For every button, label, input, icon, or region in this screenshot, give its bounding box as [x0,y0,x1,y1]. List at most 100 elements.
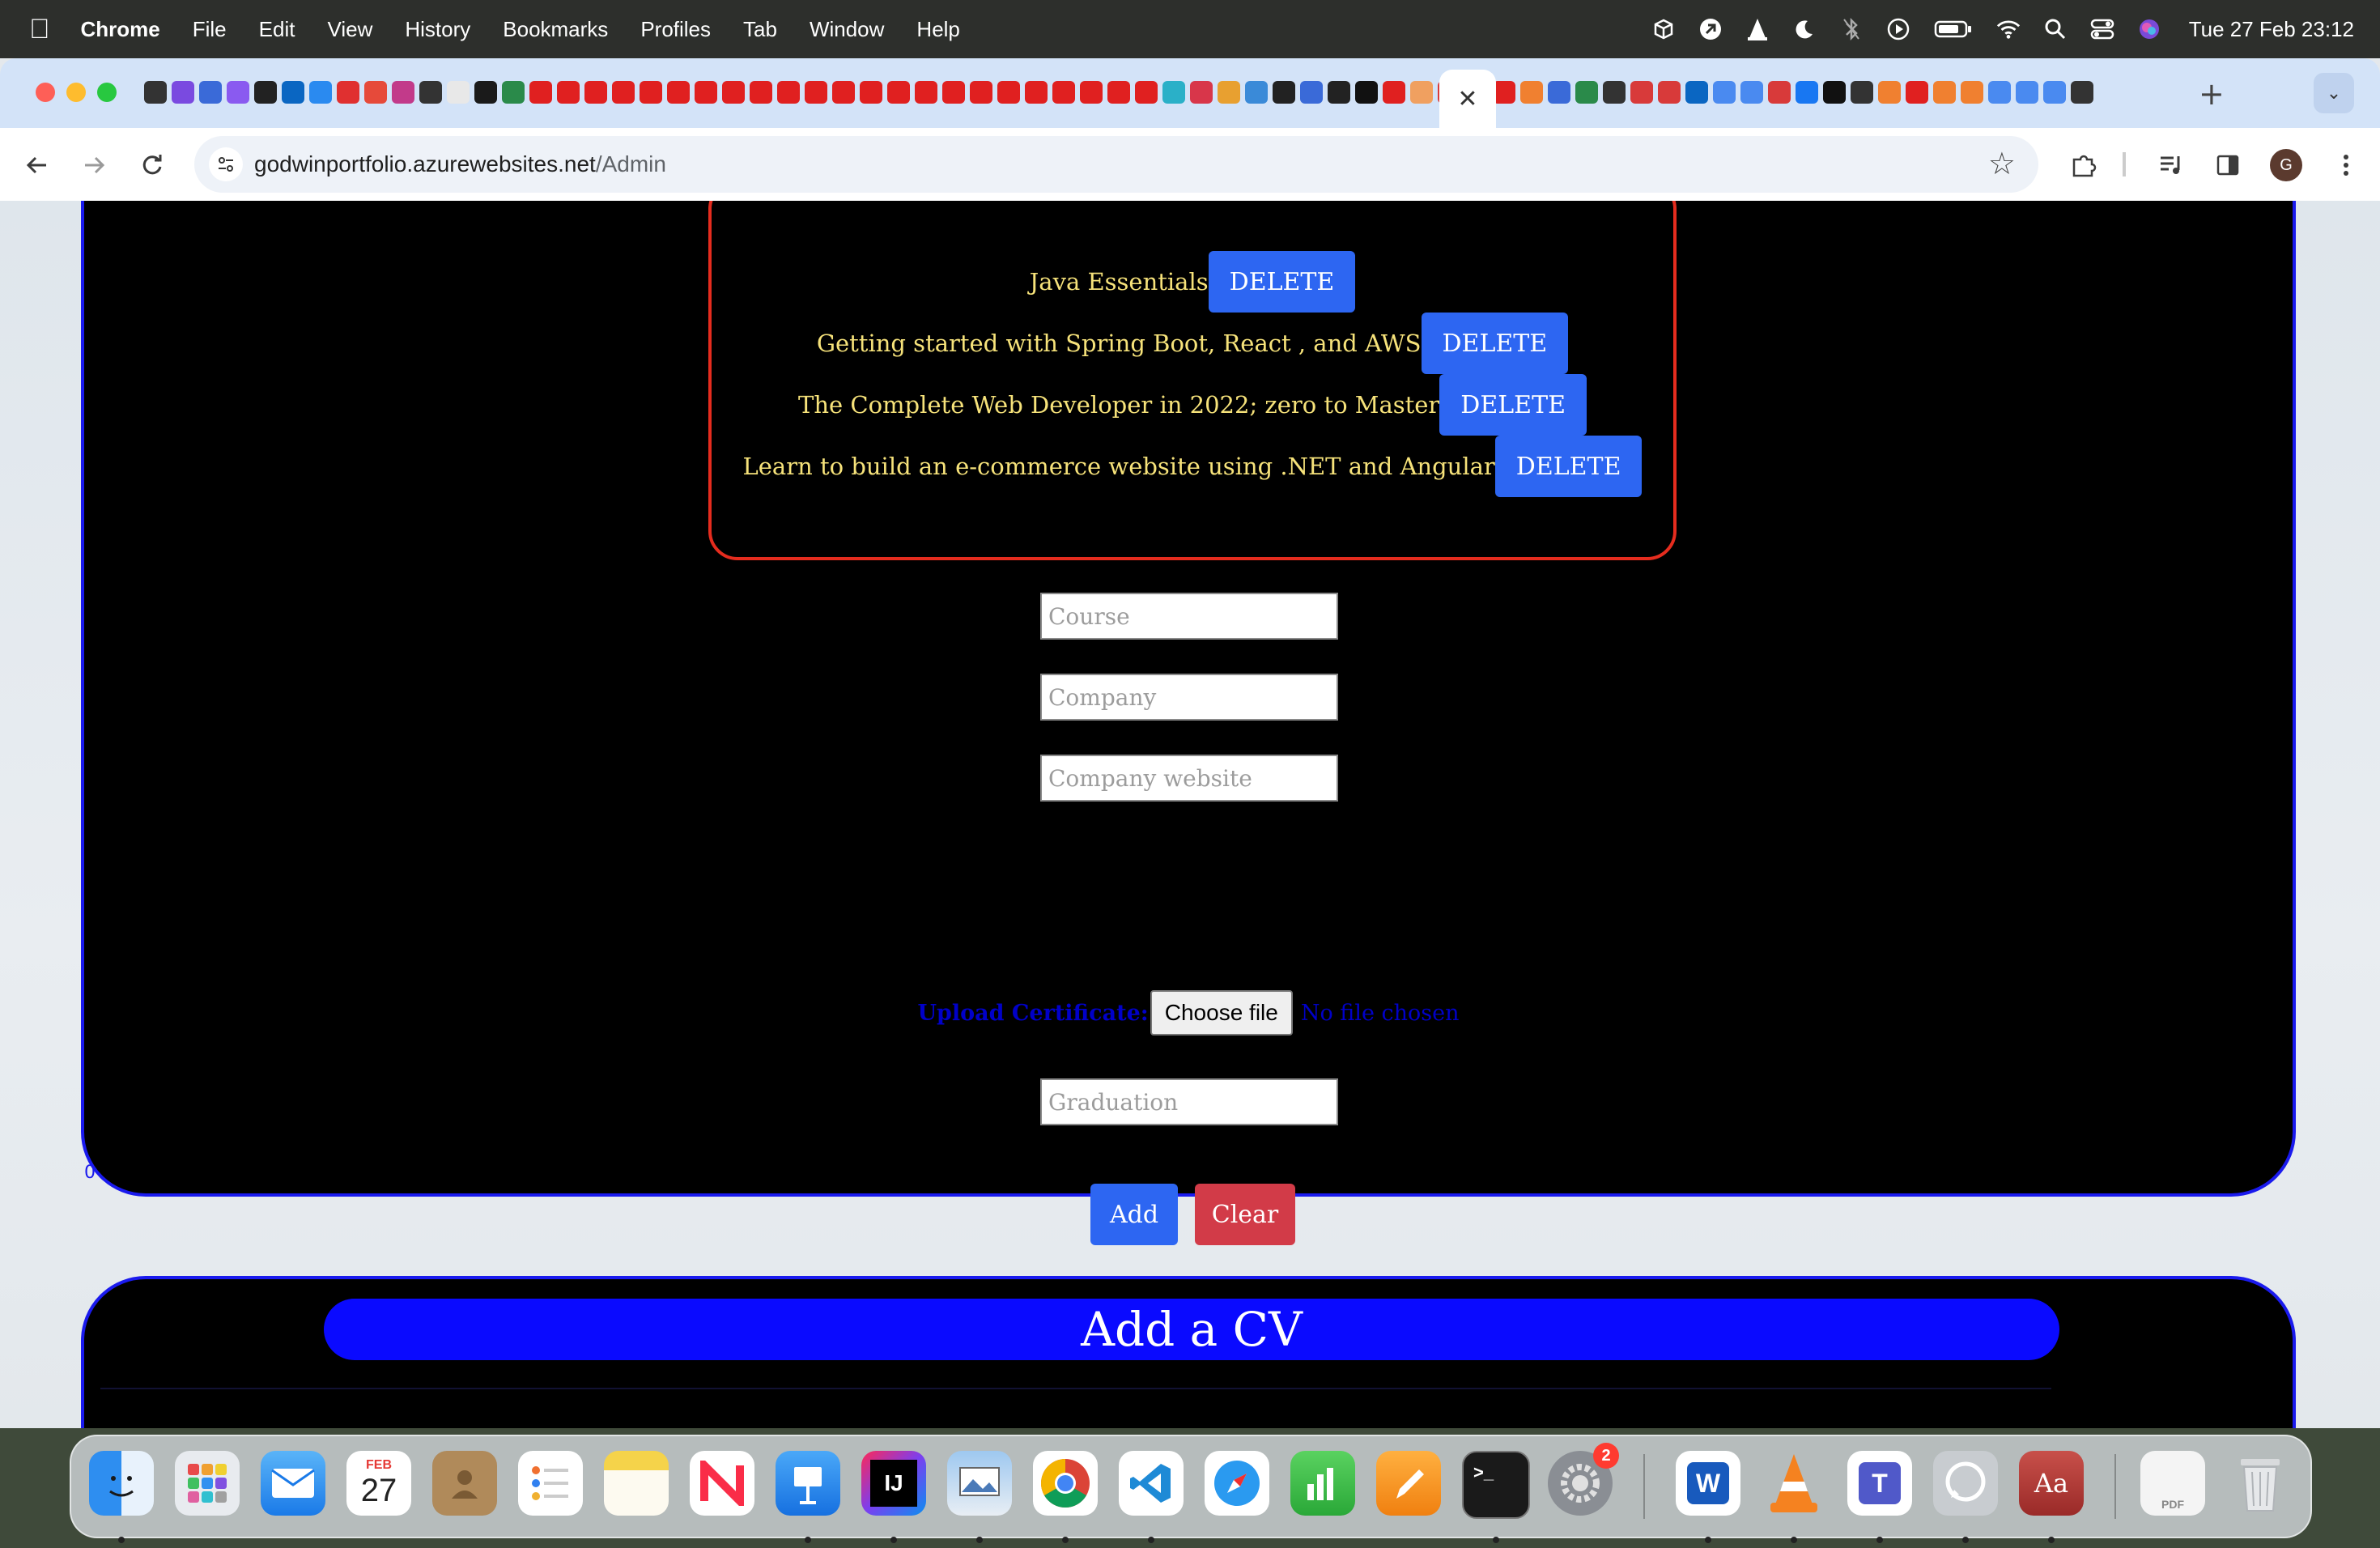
close-window-icon[interactable] [36,83,55,102]
tab-favicon-icon[interactable] [1410,81,1433,104]
tab-favicon-icon[interactable] [1823,81,1846,104]
pdf-document-icon[interactable]: PDF [2140,1451,2205,1516]
vlc-icon[interactable] [1762,1451,1826,1516]
intellij-icon[interactable]: IJ [861,1451,926,1516]
tab-favicon-icon[interactable] [1052,81,1075,104]
delete-course-button[interactable]: DELETE [1439,374,1587,436]
vlc-tray-icon[interactable] [1745,17,1770,41]
tab-favicon-icon[interactable] [695,81,717,104]
media-controls-icon[interactable] [2153,147,2189,183]
chrome-menu-icon[interactable] [2328,147,2364,183]
bookmark-star-icon[interactable]: ☆ [1988,146,2016,181]
menu-tab[interactable]: Tab [743,17,777,42]
tab-favicon-icon[interactable] [1630,81,1653,104]
tab-favicon-icon[interactable] [1575,81,1598,104]
tab-favicon-icon[interactable] [1135,81,1158,104]
tab-favicon-icon[interactable] [1383,81,1405,104]
tab-favicon-icon[interactable] [1988,81,2011,104]
tab-favicon-icon[interactable] [640,81,662,104]
tab-favicon-icon[interactable] [502,81,525,104]
pages-icon[interactable] [1376,1451,1441,1516]
tab-favicon-icon[interactable] [1658,81,1681,104]
tab-favicon-icon[interactable] [1218,81,1240,104]
tab-favicon-icon[interactable] [1740,81,1763,104]
vscode-icon[interactable] [1119,1451,1184,1516]
delete-course-button[interactable]: DELETE [1494,436,1643,497]
siri-icon[interactable] [2137,17,2161,41]
play-icon[interactable] [1886,17,1910,41]
battery-icon[interactable] [1933,17,1974,41]
box-icon[interactable] [1651,17,1676,41]
tab-favicon-icon[interactable] [1328,81,1350,104]
tab-favicon-icon[interactable] [1273,81,1295,104]
menu-help[interactable]: Help [916,17,959,42]
site-info-icon[interactable] [209,147,243,181]
contacts-icon[interactable] [432,1451,497,1516]
mail-icon[interactable] [261,1451,325,1516]
tab-favicon-icon[interactable] [1520,81,1543,104]
terminal-icon[interactable]: >_ [1462,1451,1530,1519]
tab-favicon-icon[interactable] [887,81,910,104]
tab-favicon-icon[interactable] [1685,81,1708,104]
back-arrow-icon[interactable] [19,147,55,183]
finder-icon[interactable] [89,1451,154,1516]
tab-favicon-icon[interactable] [1162,81,1185,104]
tab-favicon-icon[interactable] [1851,81,1873,104]
choose-file-button[interactable]: Choose file [1150,990,1293,1036]
tab-favicon-icon[interactable] [1355,81,1378,104]
notes-icon[interactable] [604,1451,669,1516]
company-input[interactable] [1040,674,1338,721]
system-settings-gear-icon[interactable]: 2 [1548,1443,1619,1516]
company-website-input[interactable] [1040,755,1338,802]
tab-favicon-icon[interactable] [1107,81,1130,104]
tab-favicon-icon[interactable] [860,81,882,104]
scripting-icon[interactable] [1698,17,1723,41]
chrome-app-icon[interactable] [1033,1451,1098,1516]
extensions-puzzle-icon[interactable] [2066,147,2102,183]
tab-favicon-icon[interactable] [144,81,167,104]
tab-favicon-icon[interactable] [199,81,222,104]
forward-arrow-icon[interactable] [76,147,112,183]
tab-favicon-icon[interactable] [584,81,607,104]
tab-favicon-icon[interactable] [172,81,194,104]
tab-favicon-icon[interactable] [337,81,359,104]
tab-favicon-icon[interactable] [1080,81,1103,104]
dictionary-icon[interactable]: Aa [2019,1451,2084,1516]
new-tab-button[interactable]: + [2199,76,2225,112]
news-icon[interactable] [690,1451,754,1516]
bluetooth-icon[interactable] [1839,17,1864,41]
tab-favicon-icon[interactable] [2071,81,2093,104]
tab-favicon-icon[interactable] [832,81,855,104]
tab-favicon-icon[interactable] [2016,81,2038,104]
safari-icon[interactable] [1205,1451,1269,1516]
menu-view[interactable]: View [327,17,372,42]
tab-favicons[interactable] [144,78,2216,107]
delete-course-button[interactable]: DELETE [1208,251,1356,313]
tab-favicon-icon[interactable] [2043,81,2066,104]
tab-favicon-icon[interactable] [1245,81,1268,104]
trash-icon[interactable] [2228,1451,2293,1516]
apple-menu-icon[interactable]:  [29,14,50,45]
close-tab-icon[interactable]: ✕ [1457,85,1477,113]
tab-favicon-icon[interactable] [529,81,552,104]
tab-favicon-icon[interactable] [282,81,304,104]
url-text[interactable]: godwinportfolio.azurewebsites.net/Admin [254,151,666,177]
menu-window[interactable]: Window [810,17,884,42]
tab-favicon-icon[interactable] [1906,81,1928,104]
tab-favicon-icon[interactable] [364,81,387,104]
clear-button[interactable]: Clear [1195,1184,1295,1245]
word-icon[interactable]: W [1676,1451,1740,1516]
tab-favicon-icon[interactable] [915,81,937,104]
menu-history[interactable]: History [405,17,470,42]
numbers-icon[interactable] [1290,1451,1355,1516]
menu-bookmarks[interactable]: Bookmarks [503,17,608,42]
tab-favicon-icon[interactable] [612,81,635,104]
zoom-window-icon[interactable] [97,83,117,102]
wifi-icon[interactable] [1996,17,2021,41]
active-tab[interactable]: ✕ [1439,70,1496,128]
delete-course-button[interactable]: DELETE [1421,313,1569,374]
tab-favicon-icon[interactable] [474,81,497,104]
tab-favicon-icon[interactable] [1300,81,1323,104]
tab-favicon-icon[interactable] [1796,81,1818,104]
tab-favicon-icon[interactable] [309,81,332,104]
